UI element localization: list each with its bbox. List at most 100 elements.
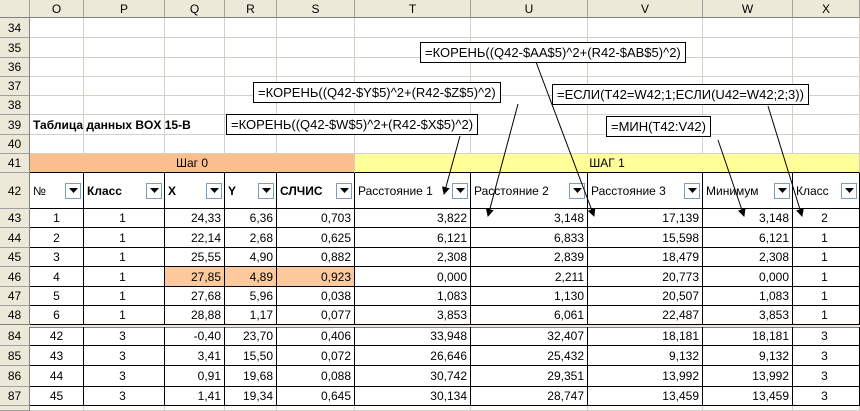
table-cell[interactable]: 1 bbox=[84, 209, 165, 228]
table-cell[interactable]: 4,89 bbox=[225, 267, 277, 287]
row-header-34[interactable]: 34 bbox=[0, 18, 30, 38]
table-cell[interactable]: 2 bbox=[793, 209, 860, 228]
header-cell-t[interactable]: Расстояние 1 bbox=[355, 173, 471, 209]
grid-cell[interactable] bbox=[355, 406, 471, 411]
table-cell[interactable]: 2,308 bbox=[355, 248, 471, 267]
header-cell-u[interactable]: Расстояние 2 bbox=[471, 173, 588, 209]
row-header-44[interactable]: 44 bbox=[0, 228, 30, 248]
chevron-down-icon[interactable] bbox=[258, 182, 274, 199]
grid-cell[interactable] bbox=[703, 38, 793, 58]
table-cell[interactable]: 1 bbox=[84, 248, 165, 267]
column-header-p[interactable]: P bbox=[84, 0, 165, 18]
table-cell[interactable]: 18,181 bbox=[588, 327, 703, 346]
row-header-85[interactable]: 85 bbox=[0, 346, 30, 366]
chevron-down-icon[interactable] bbox=[569, 182, 585, 199]
table-cell[interactable]: 9,132 bbox=[703, 346, 793, 366]
table-cell[interactable]: 0,923 bbox=[277, 267, 355, 287]
table-cell[interactable]: 1 bbox=[793, 228, 860, 248]
grid-cell[interactable] bbox=[703, 406, 793, 411]
table-cell[interactable]: 6,061 bbox=[471, 306, 588, 325]
table-cell[interactable]: 22,14 bbox=[165, 228, 225, 248]
table-cell[interactable]: 42 bbox=[30, 327, 84, 346]
column-header-u[interactable]: U bbox=[471, 0, 588, 18]
table-cell[interactable]: 0,000 bbox=[355, 267, 471, 287]
table-cell[interactable]: 0,625 bbox=[277, 228, 355, 248]
header-cell-w[interactable]: Минимум bbox=[703, 173, 793, 209]
table-cell[interactable]: 1 bbox=[30, 209, 84, 228]
table-cell[interactable]: 1,17 bbox=[225, 306, 277, 325]
grid-cell[interactable] bbox=[277, 135, 355, 154]
grid-cell[interactable] bbox=[225, 406, 277, 411]
table-cell[interactable]: 13,459 bbox=[588, 387, 703, 406]
table-cell[interactable]: 30,134 bbox=[355, 387, 471, 406]
table-cell[interactable]: 18,181 bbox=[703, 327, 793, 346]
table-cell[interactable]: 6,36 bbox=[225, 209, 277, 228]
grid-cell[interactable] bbox=[355, 135, 471, 154]
select-all-corner[interactable] bbox=[0, 0, 30, 18]
table-cell[interactable]: -0,40 bbox=[165, 327, 225, 346]
grid-cell[interactable] bbox=[165, 77, 225, 96]
table-cell[interactable]: 28,88 bbox=[165, 306, 225, 325]
table-cell[interactable]: 3 bbox=[84, 327, 165, 346]
table-cell[interactable]: 18,479 bbox=[588, 248, 703, 267]
chevron-down-icon[interactable] bbox=[206, 182, 222, 199]
table-cell[interactable]: 19,68 bbox=[225, 366, 277, 387]
column-header-o[interactable]: O bbox=[30, 0, 84, 18]
table-cell[interactable]: 1 bbox=[793, 287, 860, 306]
table-cell[interactable]: 45 bbox=[30, 387, 84, 406]
table-cell[interactable]: 13,992 bbox=[588, 366, 703, 387]
chevron-down-icon[interactable] bbox=[841, 182, 857, 199]
table-cell[interactable]: 3,41 bbox=[165, 346, 225, 366]
grid-cell[interactable] bbox=[30, 77, 84, 96]
table-cell[interactable]: 4,90 bbox=[225, 248, 277, 267]
table-cell[interactable]: 1 bbox=[793, 248, 860, 267]
table-cell[interactable]: 5 bbox=[30, 287, 84, 306]
grid-cell[interactable] bbox=[165, 58, 225, 77]
grid-cell[interactable] bbox=[703, 115, 793, 135]
table-cell[interactable]: 26,646 bbox=[355, 346, 471, 366]
grid-cell[interactable] bbox=[793, 135, 860, 154]
table-cell[interactable]: 3 bbox=[84, 387, 165, 406]
table-cell[interactable]: 0,882 bbox=[277, 248, 355, 267]
grid-cell[interactable] bbox=[165, 406, 225, 411]
grid-cell[interactable] bbox=[277, 18, 355, 38]
grid-cell[interactable] bbox=[30, 18, 84, 38]
grid-cell[interactable] bbox=[225, 58, 277, 77]
column-header-t[interactable]: T bbox=[355, 0, 471, 18]
grid-cell[interactable] bbox=[588, 406, 703, 411]
table-cell[interactable]: 3,148 bbox=[703, 209, 793, 228]
grid-cell[interactable] bbox=[793, 115, 860, 135]
table-cell[interactable]: 3,148 bbox=[471, 209, 588, 228]
grid-cell[interactable] bbox=[84, 96, 165, 115]
grid-cell[interactable] bbox=[703, 135, 793, 154]
row-header-47[interactable]: 47 bbox=[0, 287, 30, 306]
header-cell-p[interactable]: Класс bbox=[84, 173, 165, 209]
table-cell[interactable]: 44 bbox=[30, 366, 84, 387]
table-cell[interactable]: 5,96 bbox=[225, 287, 277, 306]
table-cell[interactable]: 2,211 bbox=[471, 267, 588, 287]
table-cell[interactable]: 0,91 bbox=[165, 366, 225, 387]
row-header-41[interactable]: 41 bbox=[0, 154, 30, 173]
table-cell[interactable]: 23,70 bbox=[225, 327, 277, 346]
grid-cell[interactable] bbox=[703, 58, 793, 77]
column-header-q[interactable]: Q bbox=[165, 0, 225, 18]
row-header-84[interactable]: 84 bbox=[0, 327, 30, 346]
grid-cell[interactable] bbox=[355, 18, 471, 38]
table-cell[interactable]: 0,088 bbox=[277, 366, 355, 387]
header-cell-s[interactable]: СЛЧИС bbox=[277, 173, 355, 209]
table-cell[interactable]: 0,072 bbox=[277, 346, 355, 366]
table-cell[interactable]: 2 bbox=[30, 228, 84, 248]
table-cell[interactable]: 3,822 bbox=[355, 209, 471, 228]
chevron-down-icon[interactable] bbox=[146, 182, 162, 199]
table-cell[interactable]: 2,839 bbox=[471, 248, 588, 267]
column-header-v[interactable]: V bbox=[588, 0, 703, 18]
grid-cell[interactable] bbox=[30, 96, 84, 115]
grid-cell[interactable] bbox=[165, 96, 225, 115]
grid-cell[interactable] bbox=[165, 18, 225, 38]
row-header-partial[interactable] bbox=[0, 406, 30, 411]
chevron-down-icon[interactable] bbox=[336, 182, 352, 199]
table-cell[interactable]: 33,948 bbox=[355, 327, 471, 346]
row-header-35[interactable]: 35 bbox=[0, 38, 30, 58]
table-cell[interactable]: 15,50 bbox=[225, 346, 277, 366]
table-cell[interactable]: 22,487 bbox=[588, 306, 703, 325]
